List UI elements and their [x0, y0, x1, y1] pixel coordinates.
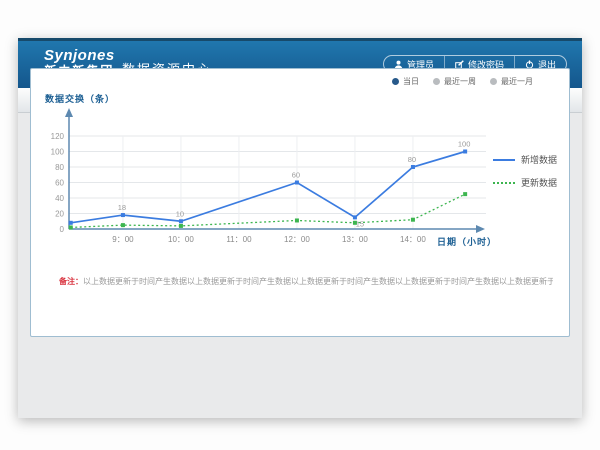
svg-text:80: 80 — [408, 155, 416, 164]
x-axis-title: 日期（小时） — [437, 235, 497, 248]
svg-text:40: 40 — [55, 194, 64, 203]
legend-label: 新增数据 — [521, 153, 557, 166]
legend-line-swatch — [493, 182, 515, 184]
svg-text:13：00: 13：00 — [342, 235, 368, 244]
content-panel: 当日 最近一周 最近一月 数据交换（条） 0204060801001209：00… — [30, 68, 570, 337]
legend-line-swatch — [493, 159, 515, 161]
chart-legend: 新增数据 更新数据 — [493, 153, 557, 189]
svg-text:120: 120 — [51, 132, 65, 141]
brand-logo-text: Synjones — [44, 47, 115, 64]
svg-text:10: 10 — [176, 209, 184, 218]
svg-text:100: 100 — [51, 148, 65, 157]
svg-text:80: 80 — [55, 163, 64, 172]
svg-text:14：00: 14：00 — [400, 235, 426, 244]
svg-text:60: 60 — [292, 171, 300, 180]
svg-text:18: 18 — [118, 203, 126, 212]
svg-text:60: 60 — [55, 179, 64, 188]
svg-text:20: 20 — [55, 210, 64, 219]
app-window: Synjones 新中新集团 数据资源中心 管理员 修改密码 退出 — [18, 38, 582, 418]
legend-label: 更新数据 — [521, 176, 557, 189]
legend-item-new-data: 新增数据 — [493, 153, 557, 166]
footnote-prefix: 备注： — [59, 277, 83, 286]
svg-text:15: 15 — [356, 219, 364, 228]
legend-item-updated-data: 更新数据 — [493, 176, 557, 189]
svg-text:10：00: 10：00 — [168, 235, 194, 244]
svg-text:100: 100 — [458, 140, 471, 149]
svg-text:11：00: 11：00 — [226, 235, 252, 244]
svg-text:12：00: 12：00 — [284, 235, 310, 244]
svg-text:9：00: 9：00 — [112, 235, 134, 244]
svg-text:0: 0 — [60, 225, 65, 234]
footnote-text: 以上数据更新于时间产生数据以上数据更新于时间产生数据以上数据更新于时间产生数据以… — [83, 277, 553, 286]
footnote: 备注：以上数据更新于时间产生数据以上数据更新于时间产生数据以上数据更新于时间产生… — [59, 276, 553, 287]
